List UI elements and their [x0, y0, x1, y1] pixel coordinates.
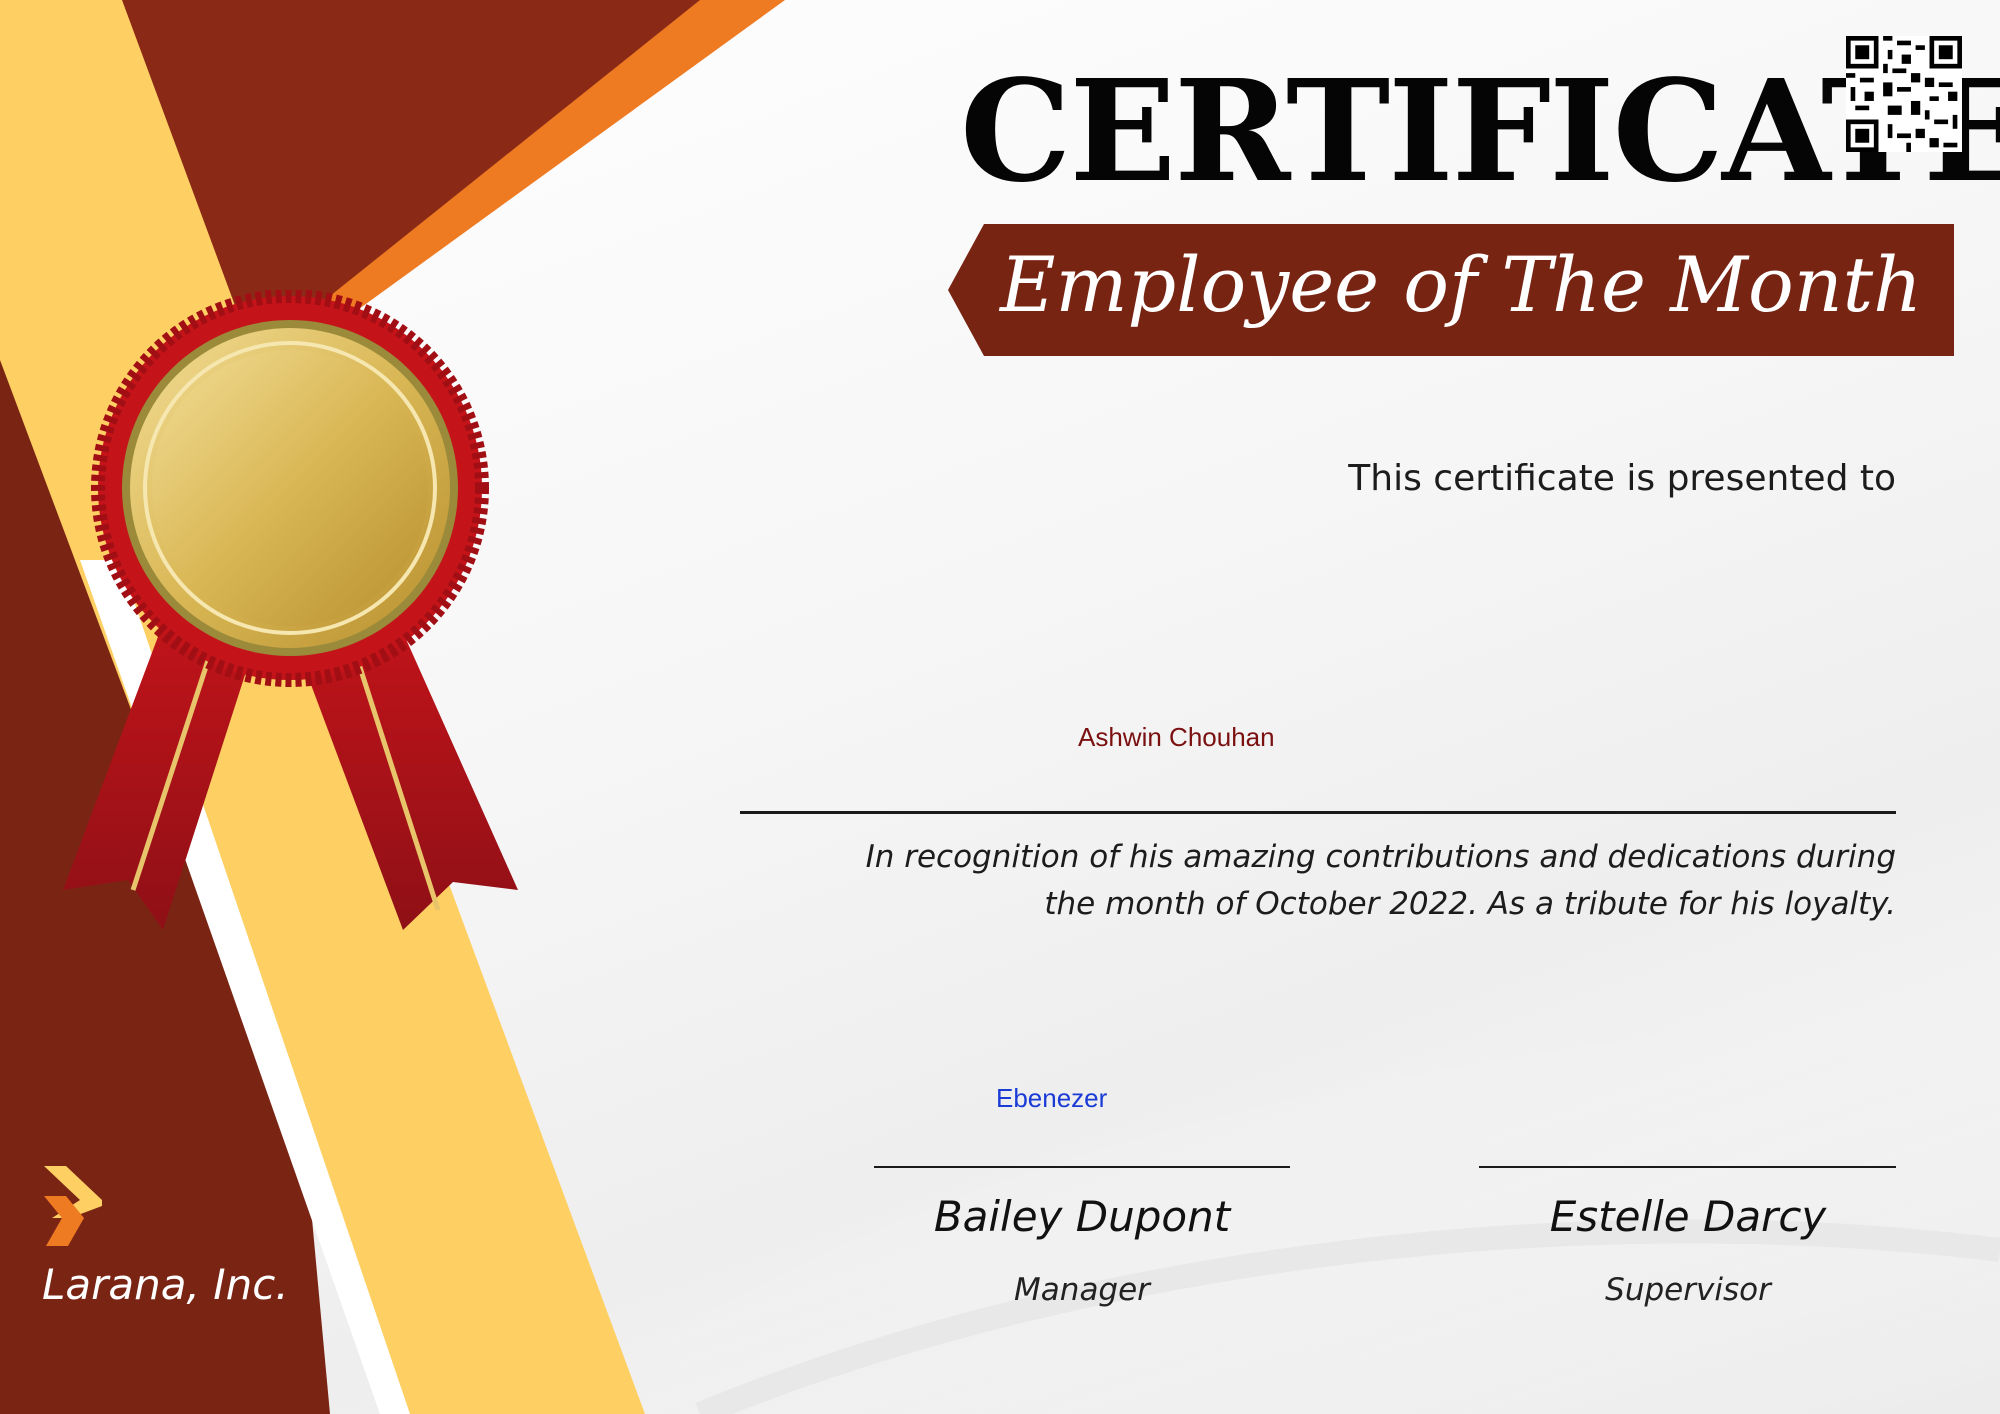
signature-text: Ebenezer: [996, 1083, 1108, 1113]
signer-title-supervisor: Supervisor: [1605, 1272, 1771, 1308]
qr-code-icon: [1846, 36, 1962, 152]
signer-name-manager: Bailey Dupont: [933, 1192, 1231, 1241]
signature-line-manager: [874, 1166, 1290, 1168]
certificate-subtitle: Employee of The Month: [1000, 240, 1923, 329]
gold-medal-ribbon-icon: [63, 290, 518, 930]
signer-title-manager: Manager: [1014, 1272, 1150, 1308]
certificate-page: CERTIFICATE Employee of The Month This c…: [0, 0, 2000, 1414]
company-name: Larana, Inc.: [42, 1260, 289, 1309]
presented-text: This certificate is presented to: [1348, 458, 1896, 499]
recognition-line-2: the month of October 2022. As a tribute …: [1044, 886, 1896, 922]
recognition-line-1: In recognition of his amazing contributi…: [865, 839, 1896, 875]
recipient-line: [740, 811, 1896, 814]
signer-name-supervisor: Estelle Darcy: [1549, 1192, 1827, 1241]
recipient-name: Ashwin Chouhan: [1078, 722, 1275, 752]
recognition-text: In recognition of his amazing contributi…: [700, 834, 1896, 928]
certificate-title: CERTIFICATE: [960, 50, 2000, 214]
signature-line-supervisor: [1479, 1166, 1896, 1168]
chevron-logo-icon: [44, 1166, 102, 1246]
